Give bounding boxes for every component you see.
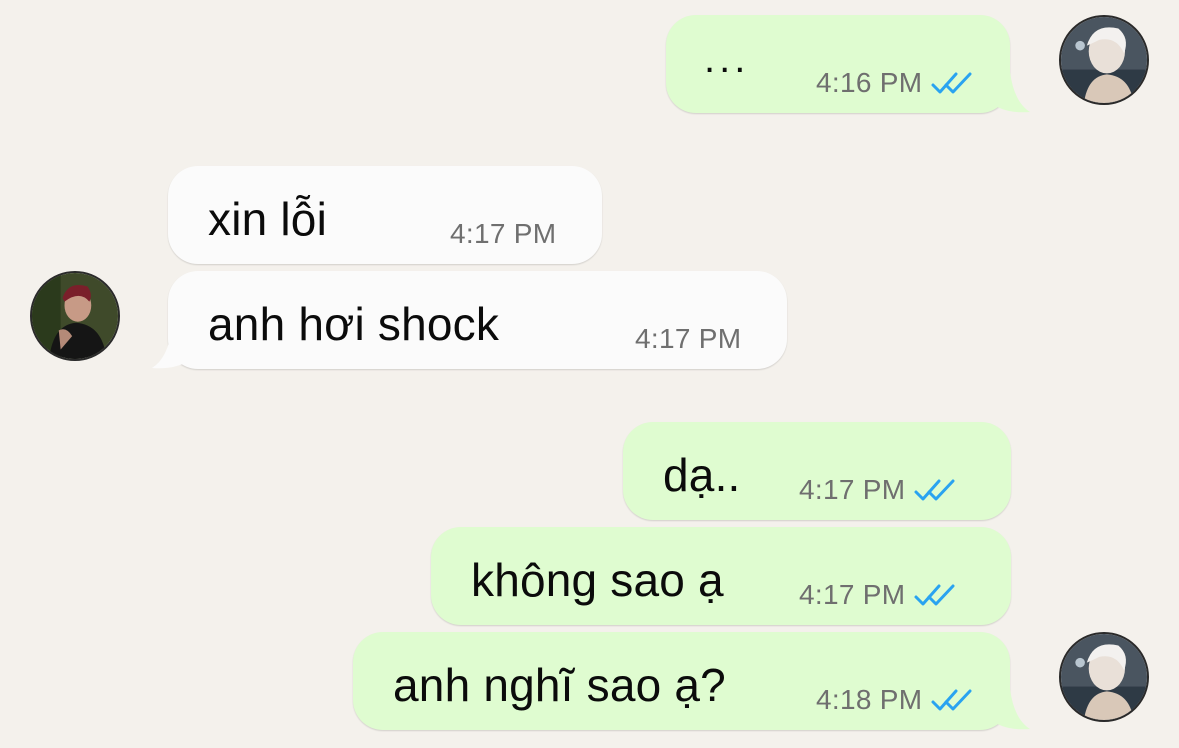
double-check-icon	[931, 72, 972, 94]
message-text: anh hơi shock	[208, 298, 500, 350]
message-bubble-incoming[interactable]: xin lỗi 4:17 PM	[168, 166, 602, 264]
message-time: 4:17 PM	[635, 323, 742, 354]
user-avatar[interactable]	[1059, 632, 1149, 722]
contact-avatar-image	[32, 273, 118, 359]
message-text: không sao ạ	[471, 554, 724, 606]
user-avatar-image	[1061, 17, 1147, 103]
message-meta: 4:17 PM	[450, 218, 556, 250]
contact-avatar[interactable]	[30, 271, 120, 361]
message-text: dạ..	[663, 449, 741, 501]
double-check-icon	[914, 584, 955, 606]
user-avatar[interactable]	[1059, 15, 1149, 105]
message-bubble-outgoing[interactable]: anh nghĩ sao ạ? 4:18 PM	[353, 632, 1010, 730]
message-text: xin lỗi	[208, 193, 328, 245]
message-time: 4:17 PM	[799, 474, 906, 505]
user-avatar-image	[1061, 634, 1147, 720]
message-meta: 4:17 PM	[635, 323, 741, 355]
message-meta: 4:16 PM	[816, 67, 976, 99]
message-bubble-outgoing[interactable]: không sao ạ 4:17 PM	[431, 527, 1011, 625]
message-bubble-outgoing[interactable]: ... 4:16 PM	[666, 15, 1010, 113]
double-check-icon	[931, 689, 972, 711]
message-time: 4:17 PM	[450, 218, 557, 249]
bubble-tail	[152, 328, 192, 369]
message-time: 4:17 PM	[799, 579, 906, 610]
message-meta: 4:17 PM	[799, 474, 959, 506]
message-text: ...	[704, 37, 750, 81]
bubble-tail	[990, 72, 1030, 113]
message-time: 4:18 PM	[816, 684, 923, 715]
message-text: anh nghĩ sao ạ?	[393, 659, 726, 711]
double-check-icon	[914, 479, 955, 501]
message-time: 4:16 PM	[816, 67, 923, 98]
bubble-tail	[990, 689, 1030, 730]
message-bubble-incoming[interactable]: anh hơi shock 4:17 PM	[168, 271, 787, 369]
message-bubble-outgoing[interactable]: dạ.. 4:17 PM	[623, 422, 1011, 520]
message-meta: 4:18 PM	[816, 684, 976, 716]
message-meta: 4:17 PM	[799, 579, 959, 611]
